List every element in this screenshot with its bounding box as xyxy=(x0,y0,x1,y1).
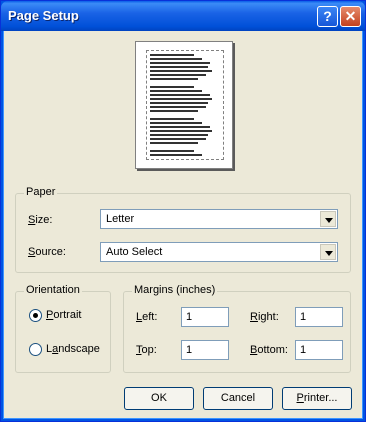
sample-text-line xyxy=(150,74,206,76)
sample-text-line xyxy=(150,122,202,124)
orientation-group: Orientation xyxy=(15,284,111,373)
ok-button[interactable]: OK xyxy=(124,387,194,410)
sample-text-line xyxy=(150,98,212,100)
orientation-legend: Orientation xyxy=(24,284,82,296)
sample-text-line xyxy=(150,94,210,96)
sample-text-line xyxy=(150,86,194,88)
title-bar[interactable]: Page Setup ? ✕ xyxy=(1,1,365,31)
sample-text-line xyxy=(150,134,208,136)
bottom-margin-label: Bottom: xyxy=(250,344,288,356)
landscape-label[interactable]: Landscape xyxy=(46,343,100,355)
sample-text-line xyxy=(150,150,194,152)
sample-text-line xyxy=(150,102,208,104)
sample-text-line xyxy=(150,110,198,112)
page-setup-dialog: Page Setup ? ✕ Paper Size: Letter Source… xyxy=(0,0,366,422)
left-margin-label: Left: xyxy=(136,311,158,323)
sample-text-line xyxy=(150,66,208,68)
margins-legend: Margins (inches) xyxy=(132,284,218,296)
help-button[interactable]: ? xyxy=(317,6,338,27)
sample-text-line xyxy=(150,90,202,92)
top-margin-input[interactable]: 1 xyxy=(181,340,229,360)
sample-text-line xyxy=(150,154,202,156)
sample-text-line xyxy=(150,142,198,144)
sample-text-line xyxy=(150,118,194,120)
top-margin-label: Top: xyxy=(136,344,157,356)
sample-text-line xyxy=(150,62,210,64)
size-label: Size: xyxy=(28,214,53,226)
source-combobox[interactable]: Auto Select xyxy=(100,242,338,262)
size-value: Letter xyxy=(106,213,135,225)
portrait-label[interactable]: Portrait xyxy=(46,309,81,321)
margins-group: Margins (inches) xyxy=(123,284,351,373)
sample-text-line xyxy=(150,130,212,132)
page-preview xyxy=(135,41,233,169)
bottom-margin-input[interactable]: 1 xyxy=(295,340,343,360)
portrait-radio[interactable] xyxy=(29,309,42,322)
source-value: Auto Select xyxy=(106,246,163,258)
close-button[interactable]: ✕ xyxy=(340,6,361,27)
chevron-down-icon[interactable] xyxy=(320,211,336,227)
chevron-down-icon[interactable] xyxy=(320,244,336,260)
sample-text-line xyxy=(150,54,194,56)
landscape-radio[interactable] xyxy=(29,343,42,356)
sample-text-line xyxy=(150,78,198,80)
cancel-button[interactable]: Cancel xyxy=(203,387,273,410)
window-title: Page Setup xyxy=(8,8,79,23)
sample-text-line xyxy=(150,106,206,108)
paper-legend: Paper xyxy=(24,186,58,198)
sample-text-line xyxy=(150,138,206,140)
source-label: Source: xyxy=(28,246,66,258)
printer-button[interactable]: Printer... xyxy=(282,387,352,410)
right-margin-input[interactable]: 1 xyxy=(295,307,343,327)
sample-text-line xyxy=(150,70,212,72)
sample-text-line xyxy=(150,126,210,128)
left-margin-input[interactable]: 1 xyxy=(181,307,229,327)
size-combobox[interactable]: Letter xyxy=(100,209,338,229)
sample-text-line xyxy=(150,58,202,60)
right-margin-label: Right: xyxy=(250,311,279,323)
